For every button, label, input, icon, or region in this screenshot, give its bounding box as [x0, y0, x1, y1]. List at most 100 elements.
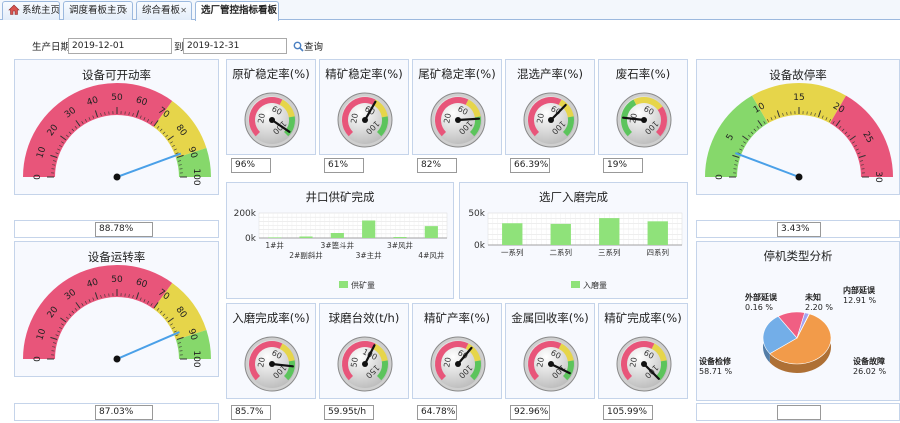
fault-rate-value: 3.43% [777, 222, 821, 237]
mill-feed-chart: 0k 50k 一系列 二系列 三系列 四系列入磨量 [468, 209, 683, 290]
search-label: 查询 [304, 42, 324, 53]
y-tick-label: 0k [474, 241, 486, 251]
mixed-yield-value: 66.39% [510, 158, 550, 173]
pie-label: 设备故障 [853, 356, 885, 366]
search-button[interactable]: 查询 [293, 39, 323, 53]
gauge-hub [113, 173, 121, 181]
tab-overview-board[interactable]: 综合看板 ✕ [136, 1, 192, 20]
start-date-input[interactable]: 2019-12-01 [68, 38, 172, 54]
gauge-tick-label: 20 [442, 113, 452, 124]
gauge-needle [734, 152, 800, 178]
pie-percent: 26.02 % [853, 367, 886, 376]
shaft-supply-chart: 0k 200k 1#井 2#副斜井3#篦斗井3#主井 3#风井 4#风井供矿量 [234, 209, 448, 290]
pie-percent: 0.16 % [745, 303, 773, 312]
y-tick-label: 50k [468, 209, 485, 219]
pie-label: 未知 [804, 292, 821, 302]
bar [424, 226, 438, 238]
mill-completion-value: 85.7% [231, 405, 271, 420]
x-tick-label: 四系列 [647, 247, 670, 257]
value-row: 88.78% [14, 220, 219, 238]
gauge-hub [455, 361, 461, 367]
bar [502, 223, 523, 245]
gauge-tick-label: 20 [256, 113, 266, 124]
tab-home[interactable]: 系统主页 [2, 1, 60, 20]
downtime-pie-chart: 设备检修58.71 % 设备故障26.02 % 内部延误12.91 % 未知2.20 … [699, 285, 886, 376]
close-icon[interactable]: ✕ [121, 2, 128, 19]
metal-recovery-value: 92.96% [510, 405, 550, 420]
downtime-pie-panel: 停机类型分析 设备检修 58.71 % 设备故障 26.02 % 内部延误 12.91 %… [696, 241, 900, 401]
gauge-tick-label: 0 [33, 356, 43, 362]
metal-recovery-gauge-panel: 金属回收率(%) 20 60 100 [505, 303, 595, 399]
legend-label: 入磨量 [583, 280, 607, 290]
gauge-tick-label: 100 [191, 168, 201, 185]
legend-swatch [339, 281, 348, 288]
gauge-hub [455, 117, 461, 123]
tab-label: 选厂管控指标看板 [201, 5, 278, 16]
tab-label: 综合看板 [142, 5, 181, 16]
gauge-tick-label: 20 [349, 113, 359, 124]
concentrate-yield-gauge-panel: 精矿产率(%) 20 60 100 [412, 303, 502, 399]
mixed-yield-gauge: 2060100 [523, 92, 579, 148]
gauge-hub [113, 355, 121, 363]
x-tick-label: 3#篦斗井 [321, 240, 355, 250]
ore-stability-value: 96% [231, 158, 271, 173]
waste-rock-rate-gauge: 2060100 [616, 92, 672, 148]
x-tick-label: 4#风井 [418, 250, 445, 260]
end-date-input[interactable]: 2019-12-31 [183, 38, 287, 54]
tab-label: 系统主页 [22, 5, 60, 16]
tab-bar: 系统主页 调度看板主页 ✕ 综合看板 ✕ 选厂管控指标看板 ✕ [0, 0, 900, 21]
bar [647, 221, 668, 245]
x-tick-label: 三系列 [598, 247, 621, 257]
close-icon[interactable]: ✕ [267, 2, 274, 19]
gauge-hub [362, 361, 368, 367]
mill-feed-chart-panel: 选厂入磨完成 0k 50k 一系列 二系列 三系列 四系列 入磨量 [459, 182, 688, 299]
gauge-tick-label: 20 [256, 357, 266, 368]
x-tick-label: 3#风井 [387, 240, 414, 250]
tab-dispatch-board[interactable]: 调度看板主页 ✕ [63, 1, 133, 20]
ball-mill-efficiency-gauge: 50100150 [337, 336, 393, 392]
bar [268, 237, 282, 238]
gauge-hub [795, 173, 803, 181]
gauge-tick-label: 100 [191, 350, 201, 367]
bar [393, 237, 407, 238]
utilization-gauge: 010203040 50 60708090100 [23, 265, 211, 368]
gauge-tick-label: 20 [628, 357, 638, 368]
utilization-value: 87.03% [95, 405, 153, 420]
gauge-hub [641, 361, 647, 367]
gauge-tick-label: 20 [535, 113, 545, 124]
home-icon [8, 4, 20, 15]
downtime-value [777, 405, 821, 420]
shaft-supply-chart-panel: 井口供矿完成 0k 200k 1#井 2#副斜井 3#篦斗井 3#主井 3#风井 4#风井 供矿… [226, 182, 454, 299]
y-tick-label: 0k [245, 234, 257, 244]
gauge-needle [456, 117, 481, 122]
gauge-tick-label: 15 [793, 93, 804, 103]
concentrate-completion-gauge-panel: 精矿完成率(%)2060100 [598, 303, 688, 399]
pie-label: 内部延误 [843, 285, 876, 295]
ore-stability-gauge: 2060100 [244, 92, 300, 148]
x-tick-label: 二系列 [550, 247, 573, 257]
mixed-yield-gauge-panel: 混选产率(%) 20 60 100 [505, 59, 595, 155]
x-tick-label: 2#副斜井 [289, 250, 323, 260]
tab-plant-kpi-board[interactable]: 选厂管控指标看板 ✕ [195, 1, 279, 21]
bar [599, 218, 620, 245]
bar [550, 223, 571, 245]
availability-gauge-panel: 设备可开动率 0 10 20 30 40 50 60 70 80 90 100 [14, 59, 219, 195]
pie-label: 设备检修 [699, 356, 732, 366]
x-tick-label: 1#井 [265, 240, 284, 250]
bar [330, 233, 344, 238]
gauge-needle [116, 331, 180, 360]
concentrate-yield-gauge: 2060100 [430, 336, 486, 392]
concentrate-completion-gauge: 2060100 [616, 336, 672, 392]
gauge-hub [269, 361, 275, 367]
gauge-tick-label: 50 [111, 275, 123, 285]
bar [299, 236, 313, 238]
concentrate-stability-gauge: 2060100 [337, 92, 393, 148]
gauge-tick-label: 50 [111, 93, 123, 103]
value-row: 87.03% [14, 403, 219, 421]
metal-recovery-gauge: 2060100 [523, 336, 579, 392]
pie-label: 外部延误 [745, 292, 778, 302]
pie-percent: 12.91 % [843, 296, 876, 305]
close-icon[interactable]: ✕ [180, 2, 187, 19]
bar [362, 220, 376, 238]
gauge-tick-label: 30 [873, 171, 883, 183]
